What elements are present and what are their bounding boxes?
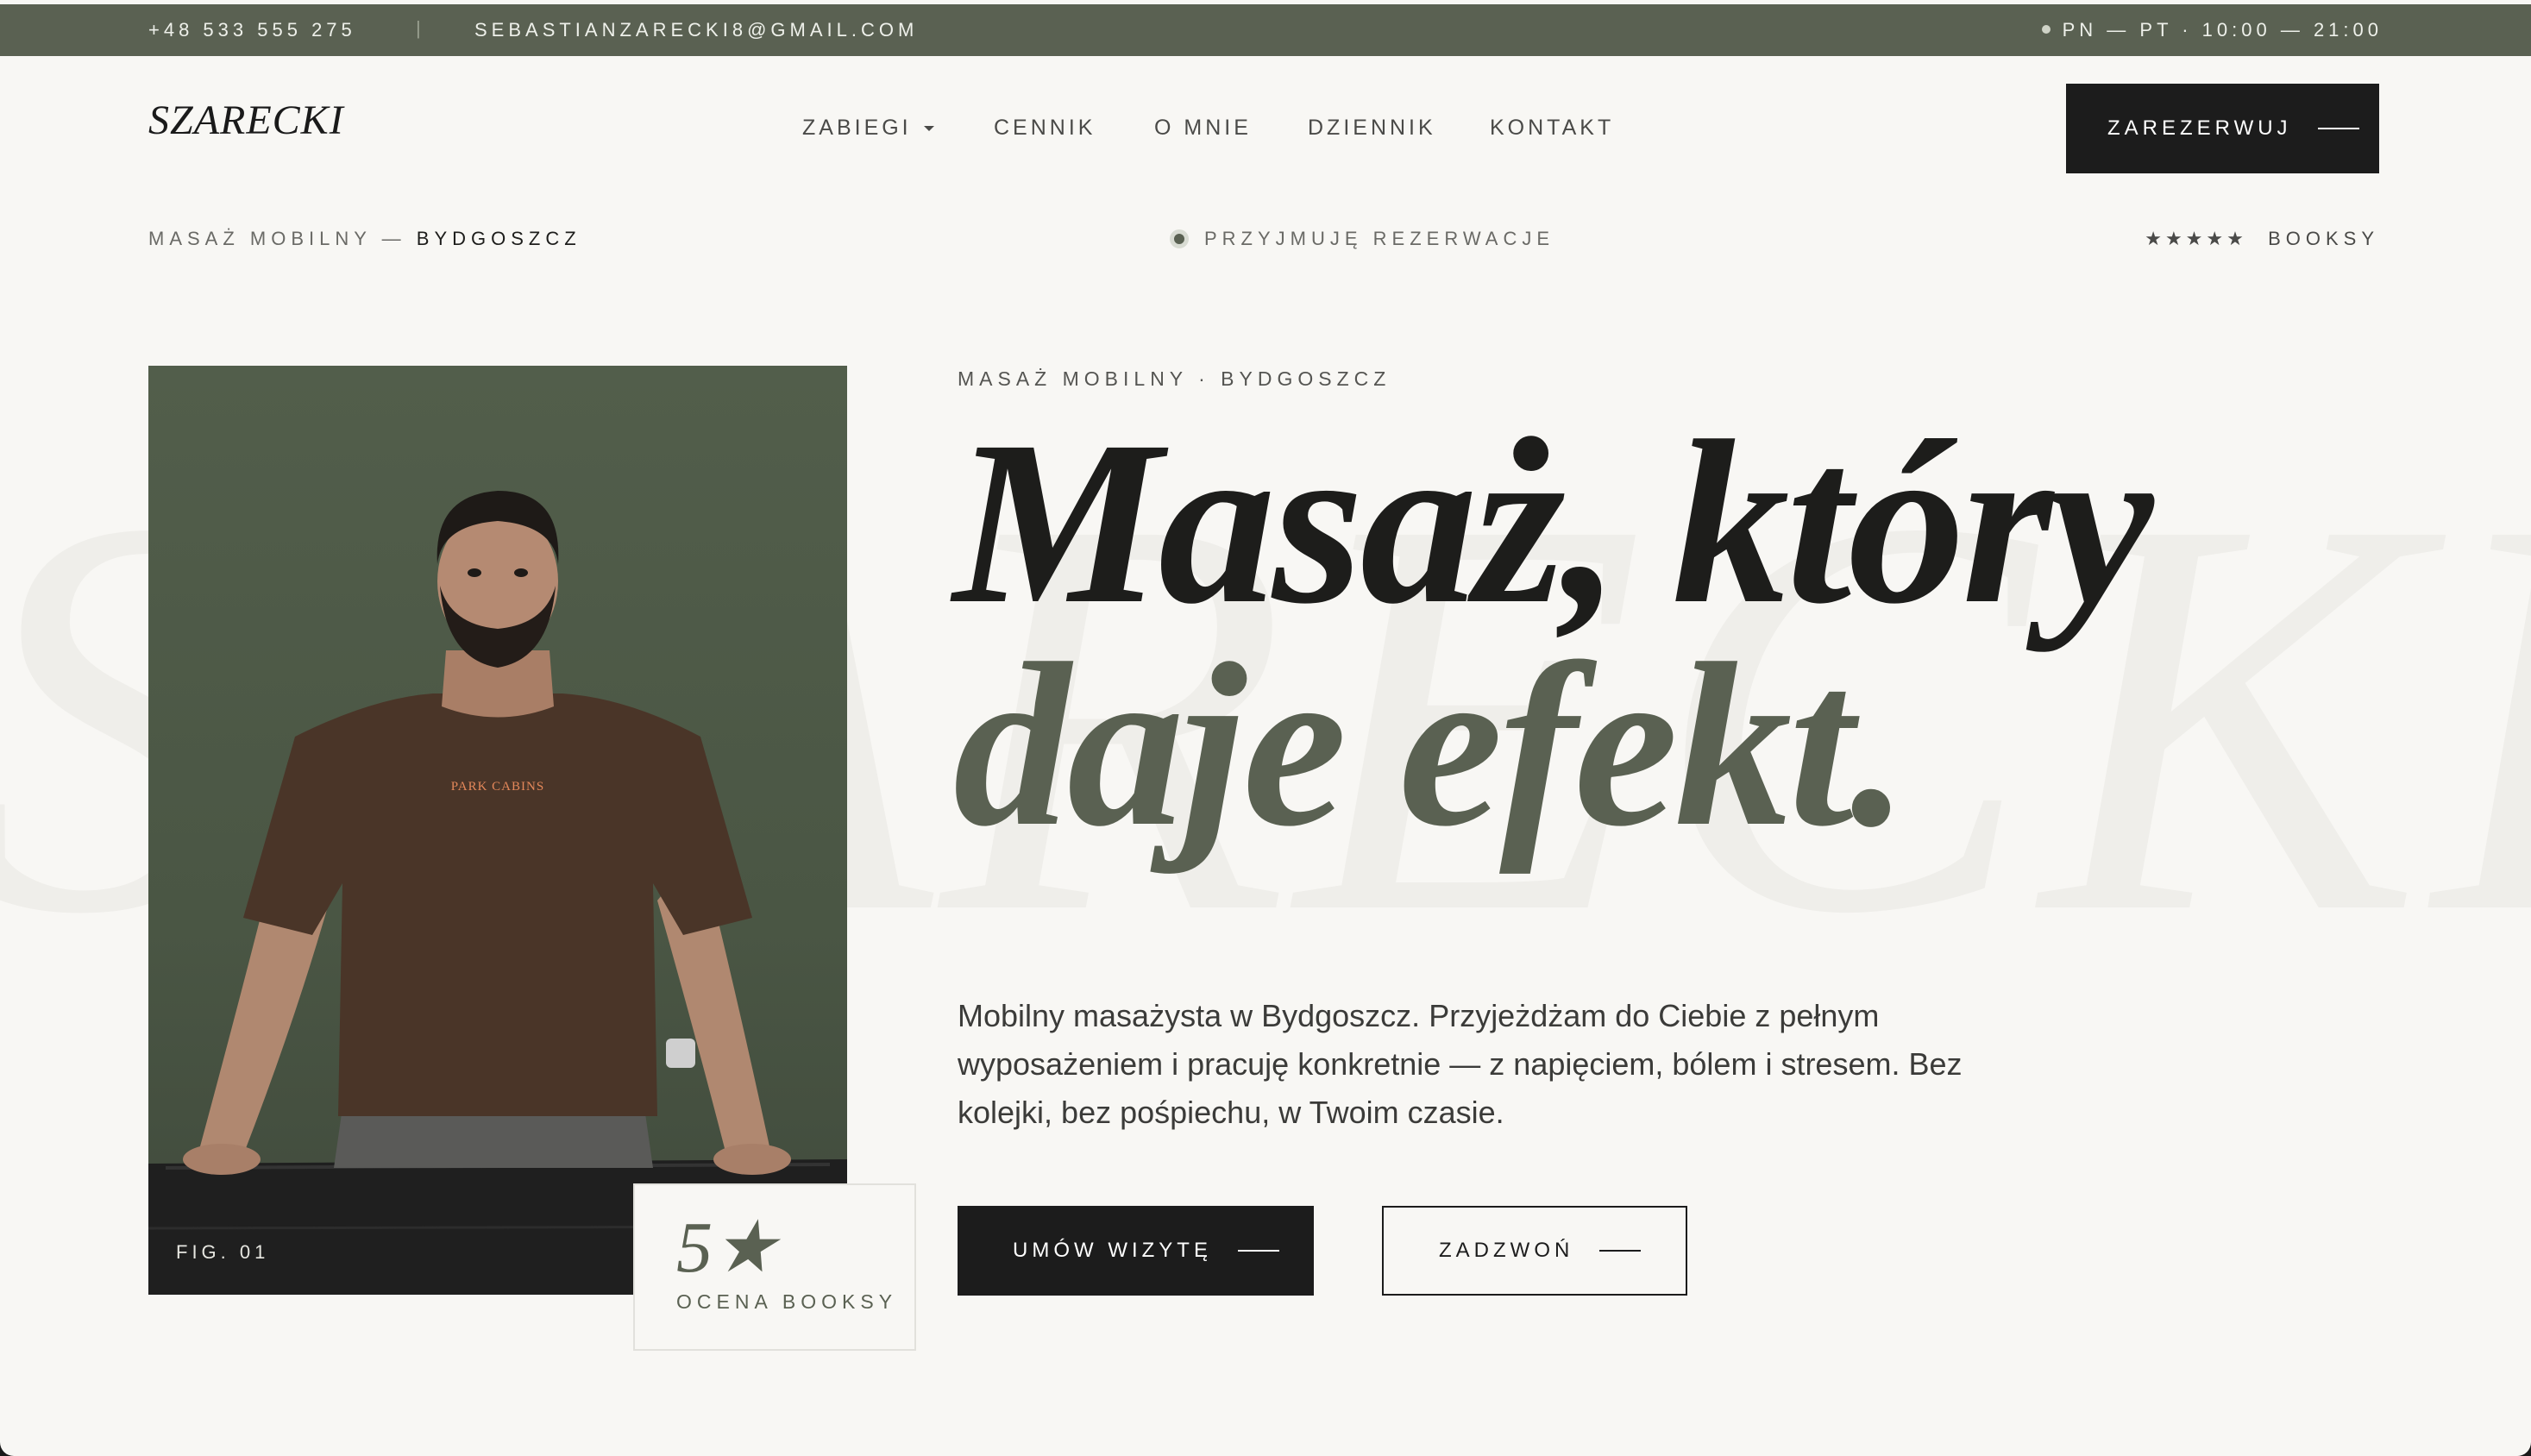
nav-item-label: ZABIEGI <box>802 116 912 140</box>
book-visit-button[interactable]: UMÓW WIZYTĘ <box>958 1206 1314 1296</box>
hours-dot-icon <box>2041 25 2051 34</box>
shirt-print: PARK CABINS <box>450 780 545 794</box>
nav-item-cennik[interactable]: CENNIK <box>994 116 1096 141</box>
reserve-button[interactable]: ZAREZERWUJ <box>2066 84 2379 173</box>
call-button-label: ZADZWOŃ <box>1439 1239 1574 1262</box>
booksy-rating[interactable]: ★★★★★ BOOKSY <box>2145 228 2379 250</box>
status-dot-icon <box>1170 229 1189 248</box>
location-prefix: MASAŻ MOBILNY — <box>148 228 406 249</box>
arrow-line-icon <box>1237 1250 1279 1252</box>
nav-item-o-mnie[interactable]: O MNIE <box>1154 116 1252 141</box>
nav-item-kontakt[interactable]: KONTAKT <box>1490 116 1614 141</box>
rating-source: BOOKSY <box>2268 228 2379 249</box>
opening-hours: PN — PT · 10:00 — 21:00 <box>2041 19 2383 41</box>
hero-photo: PARK CABINS FIG. 01 <box>148 366 847 1295</box>
booking-status-text: PRZYJMUJĘ REZERWACJE <box>1204 228 1555 249</box>
nav-item-zabiegi[interactable]: ZABIEGI <box>802 116 934 141</box>
rating-label: OCENA BOOKSY <box>676 1290 898 1313</box>
rating-card: 5★ OCENA BOOKSY <box>633 1183 916 1351</box>
hero-description: Mobilny masażysta w Bydgoszcz. Przyjeżdż… <box>958 998 1963 1130</box>
chevron-down-icon <box>923 126 934 131</box>
photo-caption: FIG. 01 <box>176 1241 270 1263</box>
masseur-figure <box>148 491 847 1295</box>
star-rating-icon: ★★★★★ <box>2145 228 2247 249</box>
page: +48 533 555 275 | SEBASTIANZARECKI8@GMAI… <box>0 0 2531 1456</box>
location-city: BYDGOSZCZ <box>416 228 581 249</box>
arrow-line-icon <box>2317 128 2359 129</box>
location-breadcrumb: MASAŻ MOBILNY — BYDGOSZCZ <box>148 228 581 250</box>
arrow-line-icon <box>1599 1250 1642 1252</box>
reserve-button-label: ZAREZERWUJ <box>2107 116 2292 140</box>
site-logo[interactable]: SZARECKI <box>148 97 344 144</box>
book-visit-label: UMÓW WIZYTĘ <box>1013 1239 1212 1262</box>
call-button[interactable]: ZADZWOŃ <box>1382 1206 1687 1296</box>
rating-value: 5★ <box>676 1208 778 1288</box>
hero-eyebrow: MASAŻ MOBILNY · BYDGOSZCZ <box>958 367 1391 390</box>
booking-status: PRZYJMUJĘ REZERWACJE <box>1170 228 1554 250</box>
top-info-bar: +48 533 555 275 | SEBASTIANZARECKI8@GMAI… <box>0 4 2531 56</box>
email-link[interactable]: SEBASTIANZARECKI8@GMAIL.COM <box>474 19 918 41</box>
hero-title-line-2: daje efekt. <box>953 615 1909 875</box>
phone-link[interactable]: +48 533 555 275 <box>148 19 356 41</box>
topbar-separator: | <box>416 17 425 39</box>
nav-item-dziennik[interactable]: DZIENNIK <box>1308 116 1436 141</box>
opening-hours-text: PN — PT · 10:00 — 21:00 <box>2062 19 2383 41</box>
hero-title-line-1: Masaż, który <box>953 392 2154 652</box>
